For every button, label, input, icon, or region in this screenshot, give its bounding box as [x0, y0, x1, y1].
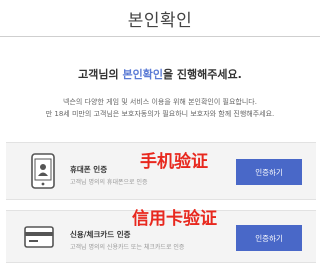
title-divider	[0, 36, 320, 37]
credit-card-icon	[24, 225, 54, 249]
headline-prefix: 고객님의	[78, 68, 123, 81]
card-verification-annotation: 信用卡验证	[132, 209, 217, 229]
headline: 고객님의 본인확인을 진행해주세요.	[0, 66, 320, 82]
phone-method-title: 휴대폰 인증	[70, 165, 108, 174]
phone-method-subtitle: 고객님 명의의 휴대폰으로 인증	[70, 179, 148, 186]
smartphone-icon	[30, 153, 56, 189]
headline-suffix: 을 진행해주세요.	[162, 68, 242, 81]
page-title: 본인확인	[127, 11, 193, 31]
phone-verification-annotation: 手机验证	[140, 152, 208, 172]
phone-verify-button[interactable]: 인증하기	[236, 159, 302, 185]
card-method-subtitle: 고객님 명의의 신용카드 또는 체크카드로 인증	[70, 244, 185, 251]
page-header: 본인확인	[0, 0, 320, 37]
headline-accent: 본인확인	[122, 68, 163, 81]
card-method-title: 신용/체크카드 인증	[70, 230, 131, 239]
description-line-1: 넥슨의 다양한 게임 및 서비스 이용을 위해 본인확인이 필요합니다.	[63, 98, 257, 106]
card-verify-button[interactable]: 인증하기	[236, 225, 302, 251]
description-line-2: 만 18세 미만의 고객님은 보호자동의가 필요하니 보호자와 함께 진행해주세…	[45, 110, 275, 118]
